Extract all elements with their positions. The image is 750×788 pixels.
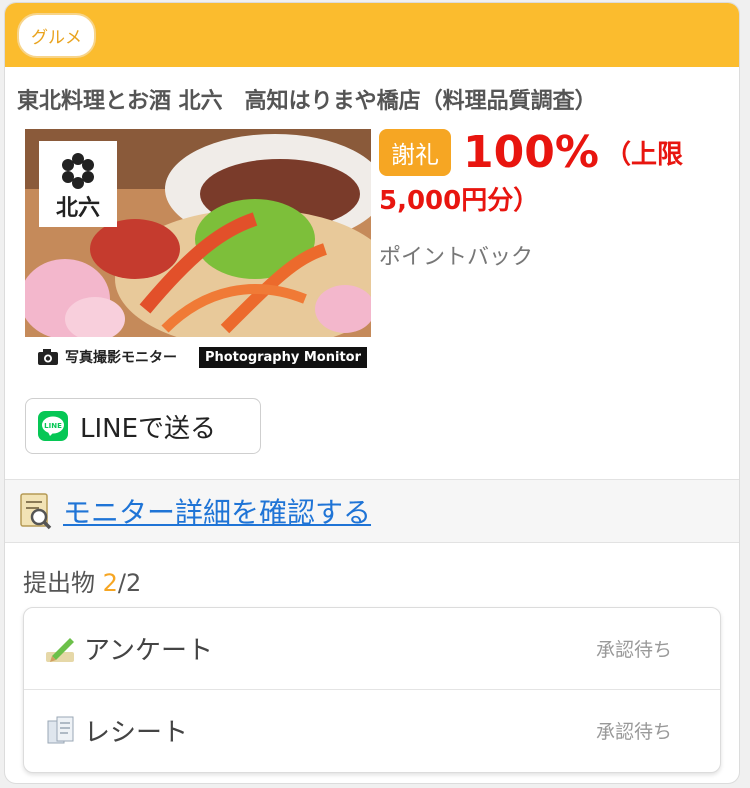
line-share-button[interactable]: LINE LINEで送る — [25, 398, 261, 454]
photo-monitor-label: 写真撮影モニター — [65, 350, 177, 366]
submission-status-survey: 承認待ち — [595, 639, 672, 661]
thanks-badge: 謝礼 — [379, 129, 451, 176]
monitor-detail-link[interactable]: モニター詳細を確認する — [63, 491, 371, 531]
store-logo-text: 北六 — [56, 195, 100, 221]
photo-caption-bar: 写真撮影モニター Photography Monitor — [25, 341, 371, 369]
submission-current: 2 — [102, 569, 118, 597]
submission-label-survey: アンケート — [84, 636, 213, 666]
submission-label: 提出物 — [23, 569, 95, 597]
genre-badge: グルメ — [17, 12, 96, 58]
line-share-label: LINEで送る — [80, 413, 217, 444]
monitor-detail-icon — [20, 493, 52, 530]
reward-limit-open: （上限 — [604, 140, 683, 170]
food-photo: 北六 — [25, 129, 371, 349]
camera-icon — [38, 349, 58, 365]
submission-count: 提出物 2/2 — [23, 563, 141, 598]
monitor-detail-row: モニター詳細を確認する — [5, 479, 739, 543]
submission-item-receipt[interactable]: レシート 承認待ち — [24, 689, 720, 770]
submission-total: /2 — [117, 569, 142, 597]
store-photo[interactable]: 北六 写真撮影モニター Photography Monitor — [25, 129, 371, 369]
reward-percent: 100% — [463, 127, 599, 178]
monitor-card: グルメ 東北料理とお酒 北六 高知はりまや橋店（料理品質調査） 北六 写真撮影モ… — [4, 2, 740, 784]
line-icon: LINE — [38, 411, 68, 441]
submission-status-receipt: 承認待ち — [595, 720, 672, 743]
card-header: グルメ — [5, 3, 739, 67]
receipt-icon — [47, 716, 74, 744]
offer-body: 北六 写真撮影モニター Photography Monitor 謝礼 100% … — [5, 115, 739, 375]
photo-monitor-label-en: Photography Monitor — [198, 346, 367, 368]
submission-item-survey[interactable]: アンケート 承認待ち — [24, 608, 720, 689]
reward-limit-amount: 5,000円分） — [379, 186, 540, 216]
reward-type: ポイントバック — [379, 245, 534, 270]
reward-info: 謝礼 100% （上限 5,000円分） ポイントバック — [379, 127, 719, 271]
store-title: 東北料理とお酒 北六 高知はりまや橋店（料理品質調査） — [17, 89, 597, 114]
submission-list: アンケート 承認待ち レシート 承認待ち — [23, 607, 721, 773]
submission-label-receipt: レシート — [84, 717, 189, 748]
line-icon-text: LINE — [44, 422, 62, 430]
pencil-icon — [46, 637, 74, 662]
